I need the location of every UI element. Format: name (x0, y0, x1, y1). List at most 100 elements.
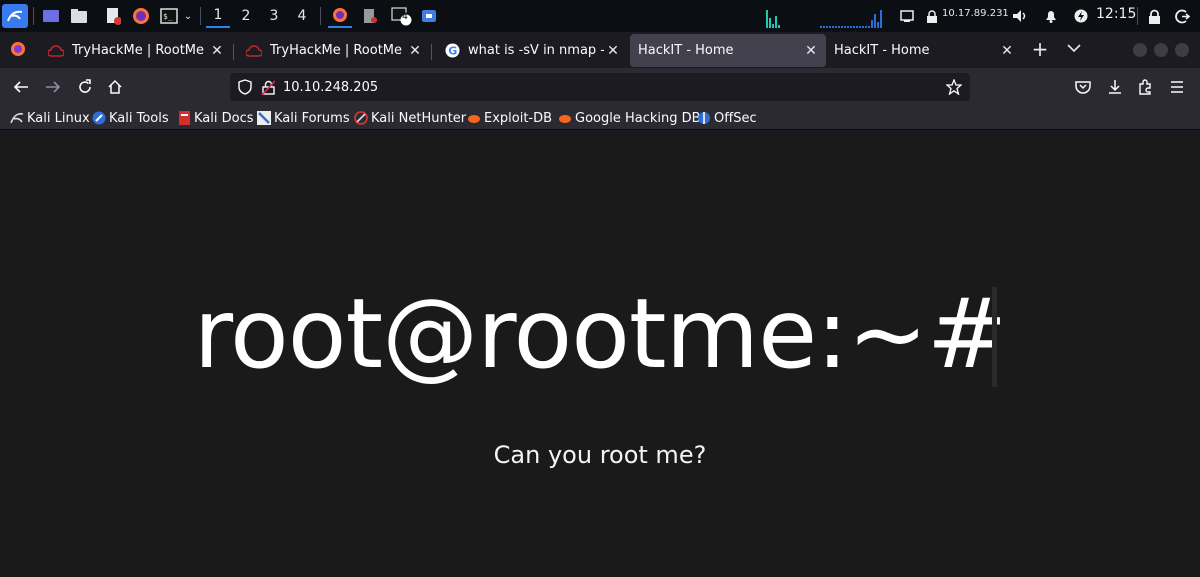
reload-button[interactable] (74, 76, 96, 98)
tab-title: TryHackMe | RootMe (270, 43, 403, 58)
kali-menu-icon[interactable] (2, 4, 28, 28)
workspace-3[interactable]: 3 (262, 4, 286, 28)
downloads-icon[interactable] (1104, 76, 1126, 98)
bookmark-kali-tools[interactable]: Kali Tools (92, 109, 169, 127)
bookmark-label: Kali Tools (109, 110, 169, 126)
address-bar[interactable]: 10.10.248.205 (230, 73, 970, 101)
tab-title: what is -sV in nmap - Goo (468, 43, 604, 58)
taskbar-window-icon[interactable] (420, 4, 438, 28)
terminal-launcher-icon[interactable]: $_ (158, 4, 180, 28)
tab-close-icon[interactable]: ✕ (406, 43, 424, 59)
chevron-down-icon[interactable]: ⌄ (181, 4, 195, 28)
taskbar-editor-icon[interactable] (360, 4, 380, 28)
bookmark-kali-linux[interactable]: Kali Linux (10, 109, 90, 127)
bookmark-google-hacking-db[interactable]: Google Hacking DB (558, 109, 701, 127)
tryhackme-favicon-icon (246, 43, 262, 59)
window-maximize-button[interactable] (1154, 43, 1168, 57)
display-icon[interactable] (898, 4, 916, 28)
app-menu-hamburger-icon[interactable] (1166, 76, 1188, 98)
back-button[interactable] (10, 76, 32, 98)
bookmark-label: Google Hacking DB (575, 110, 701, 126)
window-close-button[interactable] (1175, 43, 1189, 57)
tab-close-icon[interactable]: ✕ (998, 43, 1016, 59)
workspace-label: 2 (241, 8, 251, 24)
workspace-1[interactable]: 1 (206, 4, 230, 28)
forward-button[interactable] (42, 76, 64, 98)
kali-dragon-icon (10, 111, 24, 125)
panel-separator (320, 7, 321, 25)
bookmark-exploit-db[interactable]: Exploit-DB (467, 109, 552, 127)
tab-hackit-home-active[interactable]: HackIT - Home ✕ (630, 34, 826, 67)
tab-tryhackme-1[interactable]: TryHackMe | RootMe ✕ (36, 34, 232, 67)
kali-forums-icon (257, 111, 271, 125)
kali-tools-icon (92, 111, 106, 125)
panel-separator (200, 7, 201, 25)
taskbar-firefox-icon[interactable] (328, 4, 352, 28)
list-all-tabs-chevron-icon[interactable] (1064, 38, 1084, 57)
bookmark-kali-docs[interactable]: Kali Docs (177, 109, 254, 127)
bookmark-label: Kali Linux (27, 110, 90, 126)
system-panel: $_ ⌄ 1 2 3 4 4 10.17.89.231 12:15 (0, 0, 1200, 32)
url-text[interactable]: 10.10.248.205 (283, 80, 378, 95)
google-favicon-icon: G (444, 43, 460, 59)
ghdb-bug-icon (558, 111, 572, 125)
nethunter-icon (354, 111, 368, 125)
taskbar-terminal-icon[interactable]: 4 (390, 4, 414, 28)
notification-bell-icon[interactable] (1042, 4, 1060, 28)
exploit-db-bug-icon (467, 111, 481, 125)
logout-icon[interactable] (1172, 4, 1192, 28)
bookmark-star-icon[interactable] (946, 79, 962, 95)
text-editor-icon[interactable] (102, 4, 124, 28)
bookmark-kali-nethunter[interactable]: Kali NetHunter (354, 109, 466, 127)
tab-google-search[interactable]: G what is -sV in nmap - Goo ✕ (432, 34, 628, 67)
bookmark-label: OffSec (714, 110, 757, 126)
tab-close-icon[interactable]: ✕ (208, 43, 226, 59)
workspace-label: 4 (297, 8, 307, 24)
tab-close-icon[interactable]: ✕ (604, 43, 622, 59)
bookmark-label: Exploit-DB (484, 110, 553, 126)
panel-clock[interactable]: 12:15 (1096, 6, 1136, 22)
extensions-icon[interactable] (1134, 76, 1156, 98)
show-desktop-icon[interactable] (40, 4, 62, 28)
bookmarks-toolbar: Kali Linux Kali Tools Kali Docs Kali For… (0, 106, 1200, 130)
bookmark-label: Kali NetHunter (371, 110, 467, 126)
bookmark-label: Kali Forums (274, 110, 350, 126)
typing-cursor (992, 287, 997, 387)
network-graph-icon (820, 6, 882, 28)
workspace-4[interactable]: 4 (290, 4, 314, 28)
page-subtitle: Can you root me? (493, 441, 707, 469)
svg-text:$_: $_ (163, 12, 173, 21)
page-heading: root@rootme:~# (193, 278, 1008, 390)
tab-title: HackIT - Home (638, 43, 734, 58)
firefox-view-icon[interactable] (8, 41, 28, 61)
tryhackme-favicon-icon (48, 43, 64, 59)
insecure-lock-icon[interactable] (262, 79, 275, 95)
tracking-protection-shield-icon[interactable] (238, 79, 252, 95)
tab-tryhackme-2[interactable]: TryHackMe | RootMe ✕ (234, 34, 430, 67)
terminal-count-badge: 4 (402, 12, 408, 22)
tab-close-icon[interactable]: ✕ (802, 43, 820, 59)
workspace-label: 1 (213, 7, 223, 23)
vpn-lock-icon (924, 4, 940, 28)
panel-separator (33, 7, 34, 25)
new-tab-button[interactable]: + (1030, 37, 1050, 61)
workspace-label: 3 (269, 8, 279, 24)
offsec-icon (697, 111, 711, 125)
window-minimize-button[interactable] (1133, 43, 1147, 57)
svg-text:G: G (448, 45, 457, 58)
power-status-icon[interactable] (1072, 4, 1090, 28)
lock-screen-icon[interactable] (1144, 4, 1164, 28)
tab-title: TryHackMe | RootMe (72, 43, 205, 58)
panel-separator (1137, 7, 1138, 25)
bookmark-kali-forums[interactable]: Kali Forums (257, 109, 350, 127)
vpn-ip-address: 10.17.89.231 (942, 8, 1009, 19)
volume-icon[interactable] (1010, 4, 1030, 28)
workspace-2[interactable]: 2 (234, 4, 258, 28)
firefox-launcher-icon[interactable] (130, 4, 152, 28)
pocket-icon[interactable] (1072, 76, 1094, 98)
home-button[interactable] (104, 76, 126, 98)
navigation-toolbar: 10.10.248.205 (0, 68, 1200, 106)
file-manager-icon[interactable] (68, 4, 90, 28)
bookmark-offsec[interactable]: OffSec (697, 109, 757, 127)
tab-hackit-home[interactable]: HackIT - Home ✕ (826, 34, 1022, 67)
